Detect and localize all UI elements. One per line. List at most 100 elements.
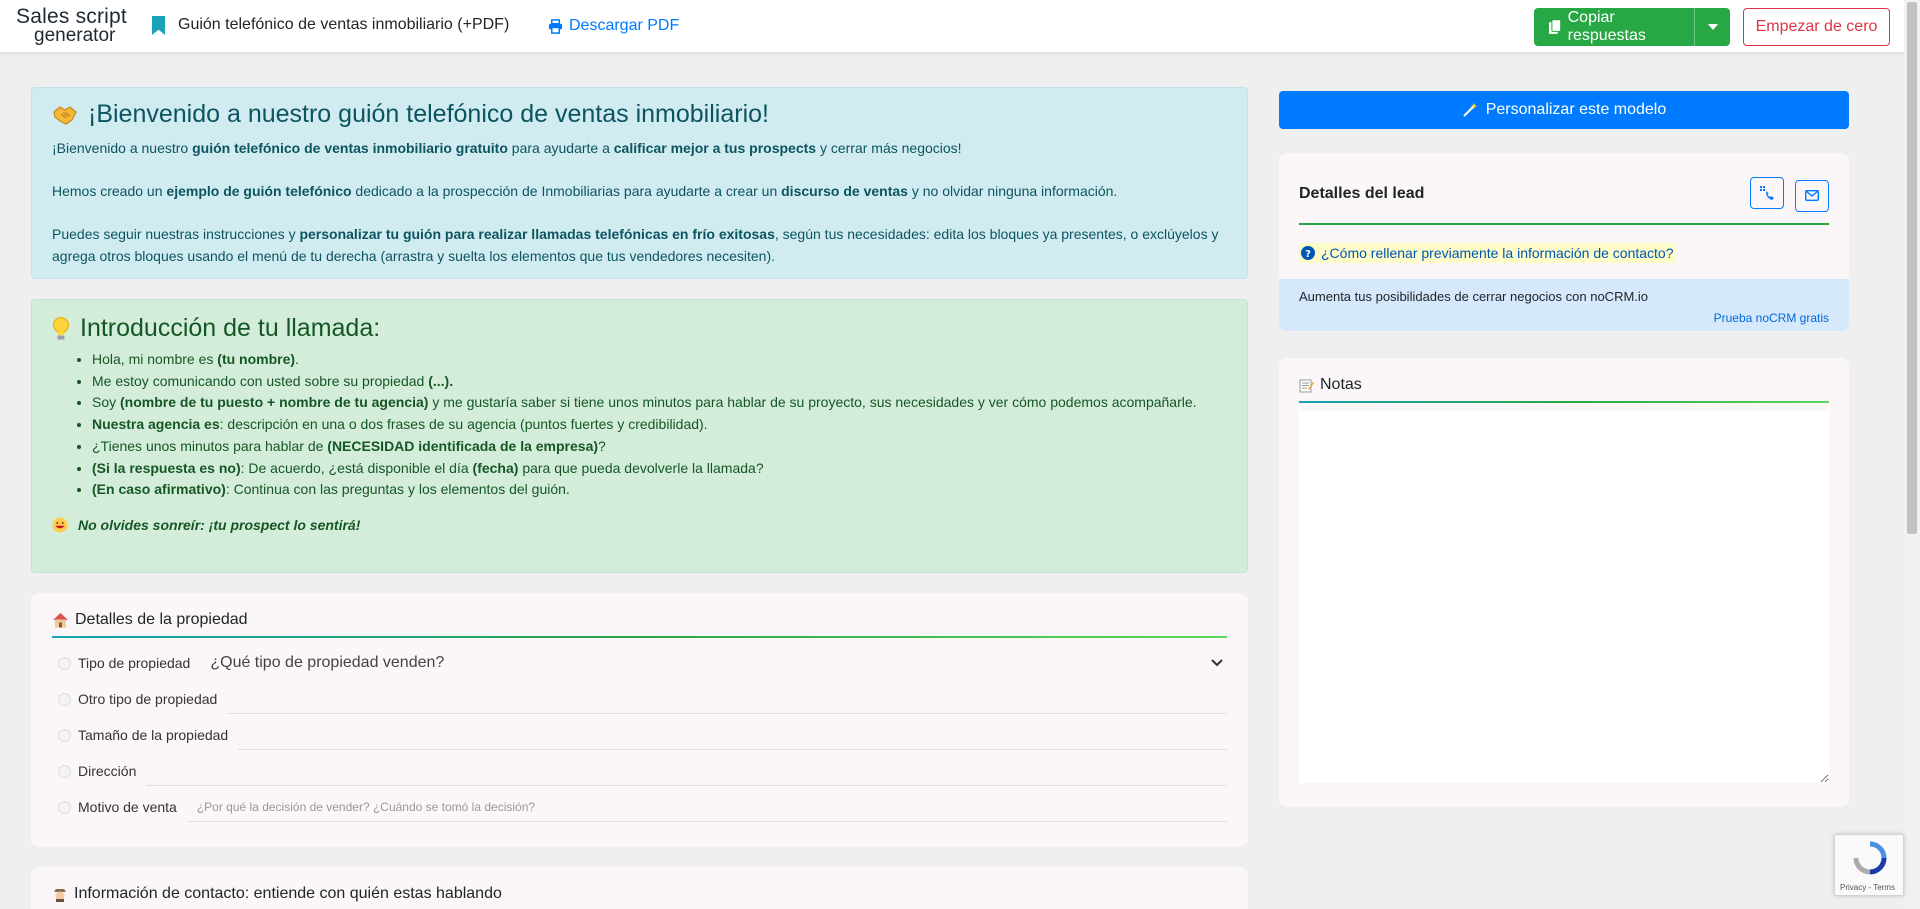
notes-textarea[interactable] [1299,411,1829,783]
intro-list-item: Soy (nombre de tu puesto + nombre de tu … [92,392,1227,414]
intro-list-item: Nuestra agencia es: descripción en una o… [92,414,1227,436]
address-input[interactable] [146,756,1227,786]
bold-text: (NECESIDAD identificada de la empresa) [327,437,599,454]
text-segment: para ayudarte a [507,140,614,156]
caret-down-icon [1707,24,1718,30]
text-segment: y me gustaría saber si tiene unos minuto… [428,394,1197,411]
intro-list-item: (En caso afirmativo): Continua con las p… [92,479,1227,501]
nocrm-trial-link[interactable]: Prueba noCRM gratis [1714,311,1829,325]
intro-list-item: Me estoy comunicando con usted sobre su … [92,371,1227,393]
bold-text: calificar mejor a tus prospects [613,140,817,156]
call-intro-box: Introducción de tu llamada: Hola, mi nom… [31,299,1248,573]
recaptcha-badge[interactable]: Privacy - Terms [1834,834,1904,896]
envelope-icon [1805,190,1819,201]
property-details-header: Detalles de la propiedad [52,611,1227,638]
reset-button[interactable]: Empezar de cero [1743,8,1890,46]
notes-title: Notas [1320,376,1362,393]
copy-answers-button[interactable]: Copiar respuestas [1534,8,1730,46]
intro-list: Hola, mi nombre es (tu nombre).Me estoy … [92,349,1227,501]
sale-reason-input[interactable]: ¿Por qué la decisión de vender? ¿Cuándo … [186,792,1227,822]
property-details-title: Detalles de la propiedad [75,611,248,628]
smile-note-text: No olvides sonreír: ¡tu prospect lo sent… [78,516,361,533]
property-type-radio[interactable] [58,656,71,670]
copy-icon [1548,19,1562,34]
logo-line2: generator [34,25,116,46]
magic-wand-icon [1463,103,1477,117]
copy-answers-label: Copiar respuestas [1567,9,1646,44]
printer-icon [548,18,563,34]
notes-header: Notas [1299,376,1829,403]
intro-list-item: (Si la respuesta es no): De acuerdo, ¿es… [92,458,1227,480]
smile-note: No olvides sonreír: ¡tu prospect lo sent… [52,517,1227,533]
other-property-type-input[interactable] [227,684,1227,714]
logo[interactable]: Sales script generator [16,6,127,45]
address-radio[interactable] [58,764,71,778]
text-segment: : descripción en una o dos frases de su … [219,416,708,433]
address-label: Dirección [78,763,137,779]
copy-options-toggle[interactable] [1694,8,1730,46]
prefill-help-link[interactable]: ? ¿Cómo rellenar previamente la informac… [1299,242,1676,263]
property-size-radio[interactable] [58,728,71,742]
text-segment: ¿Tienes unos minutos para hablar de [92,437,328,454]
bold-text: (fecha) [472,459,519,476]
dialpad-phone-button[interactable] [1750,177,1785,209]
text-segment: para que pueda devolverle la llamada? [518,459,764,476]
lead-details-card: Detalles del lead ? ¿Cómo rellenar previ… [1279,153,1849,331]
address-row: Dirección [52,753,1227,789]
welcome-title: ¡Bienvenido a nuestro guión telefónico d… [88,100,769,128]
bold-text: discurso de ventas [781,183,908,199]
sale-reason-radio[interactable] [58,800,71,814]
contact-info-header: Información de contacto: entiende con qu… [52,885,1227,909]
nocrm-banner-text: Aumenta tus posibilidades de cerrar nego… [1299,289,1649,304]
text-segment: Hola, mi nombre es [92,351,218,367]
house-icon [52,612,69,628]
text-segment: y cerrar más negocios! [816,140,962,156]
intro-heading: Introducción de tu llamada: [52,314,1227,343]
property-type-select[interactable]: ¿Qué tipo de propiedad venden? [210,654,1227,672]
bold-text: guión telefónico de ventas inmobiliario … [192,140,508,156]
other-property-type-label: Otro tipo de propiedad [78,691,218,707]
other-property-type-row: Otro tipo de propiedad [52,681,1227,717]
bold-text: Nuestra agencia es [92,416,220,433]
intro-list-item: ¿Tienes unos minutos para hablar de (NEC… [92,436,1227,458]
personalize-template-button[interactable]: Personalizar este modelo [1279,91,1849,129]
property-type-label: Tipo de propiedad [78,655,191,671]
download-pdf-link[interactable]: Descargar PDF [548,17,679,35]
property-size-input[interactable] [238,720,1227,750]
bold-text: (nombre de tu puesto + nombre de tu agen… [120,394,429,411]
handshake-icon [52,104,78,126]
bold-text: personalizar tu guión para realizar llam… [299,226,775,242]
text-segment: ¡Bienvenido a nuestro [52,140,193,156]
prefill-help-text: ¿Cómo rellenar previamente la informació… [1321,244,1674,261]
property-type-row: Tipo de propiedad ¿Qué tipo de propiedad… [52,645,1227,681]
other-property-type-radio[interactable] [58,692,71,706]
welcome-paragraph-1: ¡Bienvenido a nuestro guión telefónico d… [52,137,1227,159]
text-segment: y no olvidar ninguna información. [907,183,1118,199]
bold-text: (En caso afirmativo) [92,481,226,498]
email-button[interactable] [1795,179,1829,212]
welcome-paragraph-3: Puedes seguir nuestras instrucciones y p… [52,223,1227,267]
notes-card: Notas [1279,358,1849,807]
property-size-label: Tamaño de la propiedad [78,727,229,743]
contact-info-title: Información de contacto: entiende con qu… [74,885,502,902]
recaptcha-terms[interactable]: Privacy - Terms [1840,883,1895,892]
question-circle-icon: ? [1301,245,1315,260]
intro-list-item: Hola, mi nombre es (tu nombre). [92,349,1227,371]
nocrm-banner: Aumenta tus posibilidades de cerrar nego… [1279,279,1849,331]
page-title: Guión telefónico de ventas inmobiliario … [178,16,510,33]
scrollbar-thumb[interactable] [1907,2,1917,534]
page-scrollbar[interactable] [1904,0,1920,909]
bold-text: ejemplo de guión telefónico [166,183,352,199]
lightbulb-icon [52,316,70,341]
text-segment: Soy [92,394,121,411]
text-segment: Me estoy comunicando con usted sobre su … [92,372,429,389]
sale-reason-label: Motivo de venta [78,799,177,815]
welcome-paragraph-2: Hemos creado un ejemplo de guión telefón… [52,180,1227,202]
sale-reason-row: Motivo de venta ¿Por qué la decisión de … [52,789,1227,825]
download-pdf-label: Descargar PDF [569,17,680,34]
detective-icon [52,886,68,902]
property-type-placeholder: ¿Qué tipo de propiedad venden? [210,654,445,671]
lead-details-header: Detalles del lead [1299,177,1829,225]
bold-text: (...). [428,372,454,389]
sale-reason-placeholder: ¿Por qué la decisión de vender? ¿Cuándo … [196,799,536,814]
